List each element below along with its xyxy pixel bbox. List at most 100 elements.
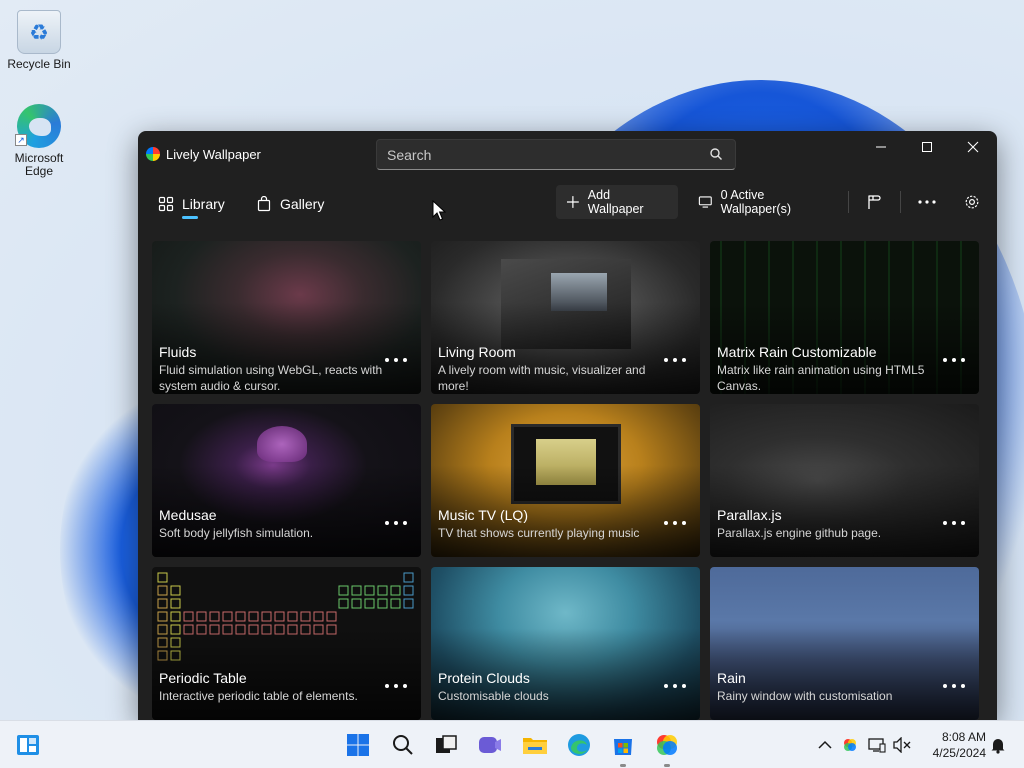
nav-bar: Library Gallery Add Wallpaper 0 Active W… (138, 181, 997, 225)
card-title: Matrix Rain Customizable (717, 344, 877, 360)
recycle-bin-icon: ♻ (17, 10, 61, 54)
more-options-icon[interactable] (664, 517, 686, 529)
wallpaper-card-matrix-rain[interactable]: Matrix Rain Customizable Matrix like rai… (710, 241, 979, 394)
more-options-icon[interactable] (943, 680, 965, 692)
card-title: Protein Clouds (438, 670, 530, 686)
add-wallpaper-button[interactable]: Add Wallpaper (556, 185, 678, 219)
card-description: Customisable clouds (438, 689, 549, 703)
network-button[interactable] (867, 735, 887, 755)
taskbar-search-button[interactable] (389, 731, 417, 759)
task-view-button[interactable] (432, 731, 460, 759)
chevron-up-icon (818, 740, 832, 749)
search-box[interactable] (376, 139, 736, 170)
card-description: Interactive periodic table of elements. (159, 689, 358, 703)
active-wallpapers-button[interactable]: 0 Active Wallpaper(s) (688, 185, 838, 219)
file-explorer-icon (523, 738, 547, 754)
card-description: A lively room with music, visualizer and… (438, 363, 646, 393)
edge-taskbar-button[interactable] (565, 731, 593, 759)
wallpaper-card-living-room[interactable]: Living Room A lively room with music, vi… (431, 241, 700, 394)
wallpaper-card-rain[interactable]: Rain Rainy window with customisation (710, 567, 979, 720)
widgets-icon (17, 735, 39, 755)
card-description: Fluid simulation using WebGL, reacts wit… (159, 363, 383, 393)
wallpaper-card-periodic-table[interactable]: Periodic Table Interactive periodic tabl… (152, 567, 421, 720)
search-icon[interactable] (709, 147, 723, 161)
edge-icon (568, 734, 590, 756)
desktop-icon-label: Microsoft Edge (14, 151, 64, 178)
maximize-button[interactable] (904, 131, 950, 163)
minimize-icon (876, 146, 886, 148)
card-description: Parallax.js engine github page. (717, 526, 882, 540)
wallpaper-card-music-tv[interactable]: Music TV (LQ) TV that shows currently pl… (431, 404, 700, 557)
card-title: Rain (717, 670, 746, 686)
wallpaper-card-parallax[interactable]: Parallax.js Parallax.js engine github pa… (710, 404, 979, 557)
gear-icon (965, 195, 979, 209)
title-bar[interactable]: Lively Wallpaper (138, 131, 997, 177)
desktop-icon-label: Recycle Bin (7, 57, 71, 71)
card-title: Medusae (159, 507, 217, 523)
meet-icon (479, 737, 501, 753)
show-hidden-icons-button[interactable] (815, 735, 835, 755)
more-options-icon[interactable] (385, 680, 407, 692)
lively-taskbar-button[interactable] (653, 731, 681, 759)
shopping-bag-icon (257, 196, 271, 212)
toolbar-separator (848, 191, 849, 213)
clock-time: 8:08 AM (941, 730, 986, 744)
card-description: Matrix like rain animation using HTML5 C… (717, 363, 925, 393)
tab-library-label: Library (182, 196, 225, 212)
close-button[interactable] (950, 131, 996, 163)
lively-icon (657, 735, 677, 755)
file-explorer-button[interactable] (521, 731, 549, 759)
notifications-button[interactable] (988, 735, 1008, 755)
card-title: Music TV (LQ) (438, 507, 528, 523)
wallpaper-card-protein-clouds[interactable]: Protein Clouds Customisable clouds (431, 567, 700, 720)
desktop-icon-recycle-bin[interactable]: ♻ Recycle Bin (1, 10, 77, 71)
tab-gallery[interactable]: Gallery (256, 191, 324, 217)
store-button[interactable] (609, 731, 637, 759)
close-icon (967, 141, 979, 153)
tray-lively-button[interactable] (840, 735, 860, 755)
more-options-icon[interactable] (664, 354, 686, 366)
tab-library[interactable]: Library (158, 191, 225, 217)
volume-muted-icon (893, 737, 911, 753)
active-tab-indicator (182, 216, 198, 219)
wallpaper-grid: Fluids Fluid simulation using WebGL, rea… (152, 241, 982, 720)
running-indicator (664, 764, 670, 767)
volume-button[interactable] (892, 735, 912, 755)
settings-button[interactable] (955, 185, 989, 219)
wallpaper-card-fluids[interactable]: Fluids Fluid simulation using WebGL, rea… (152, 241, 421, 394)
desktop-icon-microsoft-edge[interactable]: ↗ Microsoft Edge (1, 104, 77, 178)
lively-logo-icon (146, 147, 160, 161)
more-options-icon[interactable] (943, 354, 965, 366)
shortcut-arrow-icon: ↗ (15, 134, 27, 146)
notification-bell-icon (991, 739, 1005, 754)
flag-icon (868, 195, 881, 209)
add-wallpaper-label: Add Wallpaper (587, 188, 644, 216)
widgets-button[interactable] (14, 731, 42, 759)
start-icon (347, 734, 369, 756)
network-icon (868, 738, 886, 753)
toolbar-separator (900, 191, 901, 213)
more-options-button[interactable] (910, 185, 944, 219)
grid-icon (158, 196, 174, 212)
tab-gallery-label: Gallery (280, 196, 325, 212)
card-description: Soft body jellyfish simulation. (159, 526, 314, 540)
search-input[interactable] (377, 140, 697, 169)
start-button[interactable] (344, 731, 372, 759)
system-clock[interactable]: 8:08 AM 4/25/2024 (918, 729, 986, 761)
more-options-icon[interactable] (664, 680, 686, 692)
more-options-icon[interactable] (385, 517, 407, 529)
store-icon (614, 739, 632, 755)
card-title: Periodic Table (159, 670, 247, 686)
window-title: Lively Wallpaper (166, 147, 261, 162)
plus-icon (566, 196, 579, 208)
more-options-icon[interactable] (943, 517, 965, 529)
maximize-icon (922, 142, 932, 152)
meet-button[interactable] (476, 731, 504, 759)
card-description: TV that shows currently playing music (438, 526, 640, 540)
wallpaper-card-medusae[interactable]: Medusae Soft body jellyfish simulation. (152, 404, 421, 557)
card-title: Fluids (159, 344, 197, 360)
more-options-icon[interactable] (385, 354, 407, 366)
control-panel-button[interactable] (857, 185, 891, 219)
minimize-button[interactable] (858, 131, 904, 163)
task-view-icon (436, 735, 457, 753)
